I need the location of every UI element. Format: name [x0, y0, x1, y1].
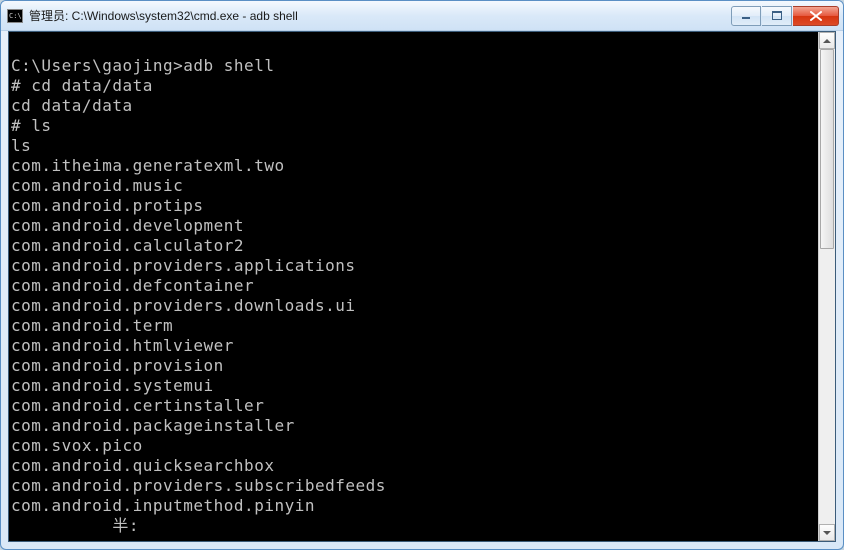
scroll-thumb[interactable] — [820, 49, 834, 249]
maximize-button[interactable] — [762, 6, 792, 26]
window-controls — [731, 6, 839, 26]
terminal-line: ls — [11, 136, 818, 156]
terminal-line: com.android.systemui — [11, 376, 818, 396]
terminal-line: com.android.development — [11, 216, 818, 236]
terminal-line: com.android.quicksearchbox — [11, 456, 818, 476]
terminal-line — [11, 36, 818, 56]
terminal-line: com.itheima.generatexml.two — [11, 156, 818, 176]
window-title: 管理员: C:\Windows\system32\cmd.exe - adb s… — [29, 7, 731, 24]
scroll-up-button[interactable] — [819, 32, 835, 49]
close-button[interactable] — [793, 6, 839, 26]
scroll-track[interactable] — [819, 49, 835, 524]
terminal-line: com.android.provision — [11, 356, 818, 376]
terminal-line: # ls — [11, 116, 818, 136]
chevron-down-icon — [823, 531, 831, 535]
terminal-output[interactable]: C:\Users\gaojing>adb shell# cd data/data… — [9, 32, 818, 541]
terminal-line: com.android.term — [11, 316, 818, 336]
terminal-line: com.android.music — [11, 176, 818, 196]
titlebar[interactable]: C:\ 管理员: C:\Windows\system32\cmd.exe - a… — [1, 1, 843, 31]
terminal-line: com.android.protips — [11, 196, 818, 216]
app-window: C:\ 管理员: C:\Windows\system32\cmd.exe - a… — [0, 0, 844, 550]
terminal-line: cd data/data — [11, 96, 818, 116]
terminal-line: com.android.defcontainer — [11, 276, 818, 296]
terminal-line: com.android.certinstaller — [11, 396, 818, 416]
terminal-line: 半: — [11, 516, 818, 536]
scroll-down-button[interactable] — [819, 524, 835, 541]
chevron-up-icon — [823, 39, 831, 43]
terminal-line: com.android.inputmethod.pinyin — [11, 496, 818, 516]
terminal-line: com.android.providers.downloads.ui — [11, 296, 818, 316]
maximize-icon — [772, 11, 782, 20]
client-area: C:\Users\gaojing>adb shell# cd data/data… — [8, 31, 836, 542]
terminal-line: com.android.htmlviewer — [11, 336, 818, 356]
vertical-scrollbar[interactable] — [818, 32, 835, 541]
terminal-line: C:\Users\gaojing>adb shell — [11, 56, 818, 76]
terminal-line: # cd data/data — [11, 76, 818, 96]
terminal-line: com.android.providers.applications — [11, 256, 818, 276]
minimize-button[interactable] — [731, 6, 761, 26]
close-icon — [810, 11, 822, 21]
cmd-icon: C:\ — [7, 9, 23, 23]
terminal-line: com.android.packageinstaller — [11, 416, 818, 436]
terminal-line: com.android.providers.subscribedfeeds — [11, 476, 818, 496]
minimize-icon — [741, 12, 751, 20]
terminal-line: com.svox.pico — [11, 436, 818, 456]
terminal-line: com.android.calculator2 — [11, 236, 818, 256]
